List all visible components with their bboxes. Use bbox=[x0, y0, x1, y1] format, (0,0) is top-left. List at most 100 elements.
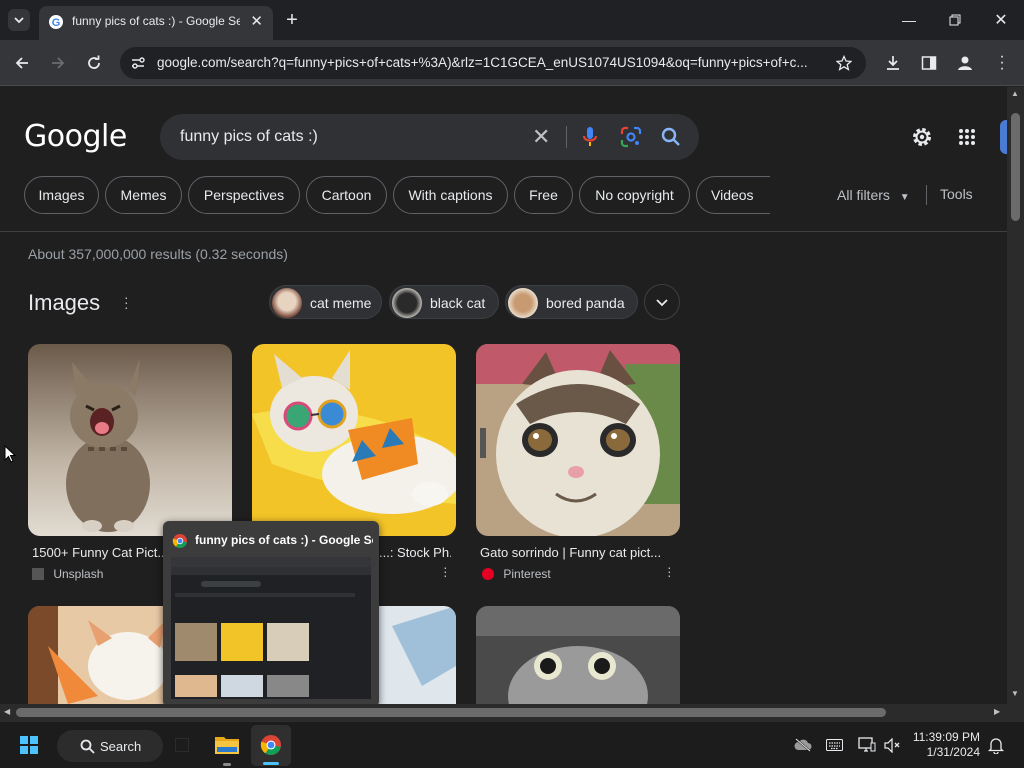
bored-panda-thumbnail bbox=[508, 288, 538, 318]
cat-meme-thumbnail bbox=[272, 288, 302, 318]
address-bar[interactable]: google.com/search?q=funny+pics+of+cats+%… bbox=[120, 47, 866, 79]
scrollbar-down-arrow[interactable]: ▼ bbox=[1011, 689, 1019, 698]
new-tab-button[interactable]: + bbox=[282, 8, 302, 32]
chrome-active-indicator bbox=[263, 762, 279, 765]
image-result-1[interactable] bbox=[28, 344, 232, 536]
results-stats: About 357,000,000 results (0.32 seconds) bbox=[28, 246, 288, 262]
taskbar-search-label: Search bbox=[100, 739, 142, 754]
tab-search-button[interactable] bbox=[8, 9, 30, 31]
caret-down-icon: ▼ bbox=[899, 192, 910, 203]
preview-thumbnail bbox=[171, 557, 371, 699]
notification-bell-icon[interactable] bbox=[988, 737, 1004, 754]
expand-related-button[interactable] bbox=[644, 284, 680, 320]
filter-chip-perspectives[interactable]: Perspectives bbox=[188, 176, 300, 214]
browser-tab[interactable]: G funny pics of cats :) - Google Se... ✕ bbox=[39, 6, 273, 40]
related-chip-cat-meme[interactable]: cat meme bbox=[269, 285, 382, 319]
image-result-6[interactable] bbox=[476, 606, 680, 704]
volume-muted-icon[interactable] bbox=[884, 738, 901, 753]
settings-gear-icon[interactable] bbox=[911, 126, 933, 148]
browser-menu-icon[interactable]: · · · bbox=[996, 49, 1008, 77]
image-source[interactable]: Unsplash bbox=[32, 567, 103, 581]
unsplash-icon bbox=[32, 568, 44, 580]
tools-button[interactable]: Tools bbox=[940, 186, 973, 202]
chevron-down-icon bbox=[14, 17, 24, 24]
cat-sunglasses-image bbox=[252, 344, 456, 536]
google-favicon-icon: G bbox=[49, 15, 63, 29]
scrollbar-corner bbox=[1007, 704, 1024, 721]
profile-icon[interactable] bbox=[956, 54, 974, 72]
surprised-cat-image bbox=[476, 606, 680, 704]
tools-divider bbox=[926, 185, 927, 205]
site-info-icon[interactable] bbox=[130, 55, 146, 71]
filter-chip-memes[interactable]: Memes bbox=[105, 176, 182, 214]
clock-time: 11:39:09 PM bbox=[912, 730, 980, 744]
google-lens-icon[interactable] bbox=[620, 126, 642, 148]
scrollbar-right-arrow[interactable]: ▶ bbox=[994, 707, 1000, 716]
taskbar-window-preview[interactable]: funny pics of cats :) - Google Se... bbox=[163, 521, 379, 707]
chevron-down-icon bbox=[656, 299, 668, 307]
images-more-icon[interactable]: · · · bbox=[124, 290, 129, 314]
filter-chip-cartoon[interactable]: Cartoon bbox=[306, 176, 387, 214]
smiling-cat-image bbox=[476, 344, 680, 536]
forward-button[interactable] bbox=[44, 40, 72, 86]
bookmark-star-icon[interactable] bbox=[836, 55, 852, 71]
network-icon[interactable] bbox=[858, 737, 876, 753]
image-more-icon[interactable]: · · · bbox=[667, 560, 672, 582]
side-panel-icon[interactable] bbox=[921, 55, 937, 71]
header-divider bbox=[0, 231, 1007, 232]
all-filters-label: All filters bbox=[837, 187, 890, 203]
reload-button[interactable] bbox=[80, 40, 108, 86]
microphone-icon[interactable] bbox=[580, 126, 600, 148]
scrollbar-left-arrow[interactable]: ◀ bbox=[4, 707, 10, 716]
apps-grid-icon[interactable] bbox=[958, 128, 976, 146]
task-view-icon[interactable] bbox=[175, 738, 189, 752]
related-chip-label: black cat bbox=[430, 295, 486, 311]
taskbar-clock[interactable]: 11:39:09 PM 1/31/2024 bbox=[913, 730, 980, 760]
search-box[interactable]: funny pics of cats :) ✕ bbox=[160, 114, 699, 160]
back-button[interactable] bbox=[8, 40, 36, 86]
horizontal-scrollbar[interactable]: ◀ ▶ bbox=[0, 704, 1007, 721]
image-more-icon[interactable]: · · · bbox=[443, 560, 448, 582]
image-caption[interactable]: Gato sorrindo | Funny cat pict... bbox=[480, 545, 680, 560]
image-source[interactable]: Pinterest bbox=[482, 567, 551, 581]
filter-chip-no-copyright[interactable]: No copyright bbox=[579, 176, 690, 214]
image-result-2[interactable] bbox=[252, 344, 456, 536]
account-avatar[interactable] bbox=[1000, 120, 1007, 154]
chrome-taskbar-button[interactable] bbox=[251, 725, 291, 766]
vertical-scrollbar-thumb[interactable] bbox=[1011, 113, 1020, 221]
yawning-kitten-image bbox=[28, 344, 232, 536]
source-label: Pinterest bbox=[503, 567, 551, 581]
url-text: google.com/search?q=funny+pics+of+cats+%… bbox=[157, 55, 808, 70]
search-divider bbox=[566, 126, 567, 148]
file-explorer-icon[interactable] bbox=[215, 734, 239, 756]
filter-chip-free[interactable]: Free bbox=[514, 176, 573, 214]
minimize-button[interactable]: — bbox=[886, 0, 932, 40]
vertical-scrollbar[interactable]: ▲ ▼ bbox=[1007, 87, 1024, 704]
windows-start-icon[interactable] bbox=[20, 736, 38, 754]
filter-chip-with-captions[interactable]: With captions bbox=[393, 176, 508, 214]
related-chip-black-cat[interactable]: black cat bbox=[389, 285, 499, 319]
google-logo[interactable]: Google bbox=[24, 119, 127, 154]
close-tab-icon[interactable]: ✕ bbox=[250, 12, 263, 30]
all-filters-button[interactable]: All filters ▼ bbox=[837, 187, 910, 203]
download-icon[interactable] bbox=[885, 55, 901, 71]
related-chip-bored-panda[interactable]: bored panda bbox=[505, 285, 638, 319]
image-caption[interactable]: ...: Stock Ph... bbox=[379, 545, 451, 560]
horizontal-scrollbar-thumb[interactable] bbox=[16, 708, 886, 717]
search-icon[interactable] bbox=[660, 126, 682, 148]
tab-title: funny pics of cats :) - Google Se... bbox=[72, 14, 240, 28]
onedrive-offline-icon[interactable] bbox=[794, 738, 812, 752]
search-input[interactable]: funny pics of cats :) bbox=[180, 128, 318, 146]
scrollbar-up-arrow[interactable]: ▲ bbox=[1011, 89, 1019, 98]
filter-chip-videos[interactable]: Videos bbox=[696, 176, 770, 214]
clear-search-icon[interactable]: ✕ bbox=[532, 124, 550, 150]
taskbar: Search 11:39:09 PM 1/31/2024 bbox=[0, 721, 1024, 768]
restore-button[interactable] bbox=[932, 0, 978, 40]
close-window-button[interactable]: ✕ bbox=[978, 0, 1024, 40]
image-result-3[interactable] bbox=[476, 344, 680, 536]
preview-screenshot-image bbox=[171, 557, 371, 697]
mouse-cursor-icon bbox=[4, 445, 16, 463]
keyboard-icon[interactable] bbox=[826, 739, 843, 751]
taskbar-search[interactable]: Search bbox=[57, 730, 163, 762]
filter-chip-images[interactable]: Images bbox=[24, 176, 99, 214]
